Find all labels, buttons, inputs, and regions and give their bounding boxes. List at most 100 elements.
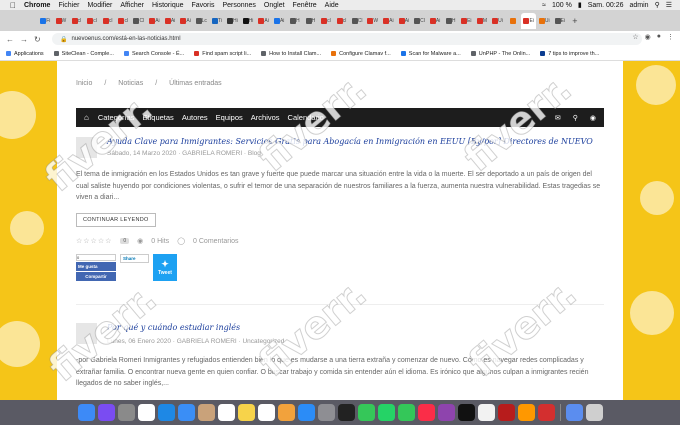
trash-icon[interactable] (585, 404, 603, 421)
bookmark-item[interactable]: Scan for Malware a... (400, 51, 461, 57)
menu-fichier[interactable]: Fichier (58, 2, 79, 9)
mail-icon[interactable] (177, 404, 195, 421)
reload-icon[interactable]: ↻ (34, 35, 41, 44)
menu-afficher[interactable]: Afficher (120, 2, 144, 9)
bookmark-item[interactable]: Find spam script li... (194, 51, 251, 57)
bookmark-item[interactable]: SiteClean - Comple... (53, 51, 114, 57)
lock-icon[interactable]: 🔒 (60, 36, 67, 43)
menu-favoris[interactable]: Favoris (192, 2, 215, 9)
browser-tab[interactable]: H (303, 13, 318, 29)
browser-tab[interactable]: Ti (210, 13, 225, 29)
podcasts-icon[interactable] (437, 404, 455, 421)
browser-tab[interactable]: cl (85, 13, 100, 29)
nav-autores[interactable]: Autores (182, 113, 208, 122)
appstore-icon[interactable] (297, 404, 315, 421)
music-icon[interactable] (417, 404, 435, 421)
facebook-like-button[interactable]: Me gusta (76, 262, 116, 271)
clock-text[interactable]: Sam. 00:26 (588, 2, 624, 9)
mail-icon[interactable]: ✉ (555, 114, 561, 122)
menu-chrome[interactable]: Chrome (24, 2, 50, 9)
post-title[interactable]: Por qué y cuándo estudiar inglés (107, 323, 240, 332)
browser-tab[interactable]: Cl (412, 13, 427, 29)
finder-icon[interactable] (77, 404, 95, 421)
browser-tab[interactable]: cl (69, 13, 84, 29)
address-url[interactable]: nuevoenus.com/está-en-las-noticias.html (71, 36, 180, 42)
battery-icon[interactable]: ▮ (578, 1, 582, 9)
forward-icon[interactable]: → (20, 35, 28, 44)
continue-reading-button[interactable]: CONTINUAR LEYENDO (76, 213, 156, 227)
menu-personnes[interactable]: Personnes (222, 2, 255, 9)
breadcrumb-section[interactable]: Noticias (118, 80, 143, 87)
photos-icon[interactable] (277, 404, 295, 421)
news-icon[interactable] (477, 404, 495, 421)
launchpad-icon[interactable] (117, 404, 135, 421)
facebook-share-button[interactable]: Compartir (76, 272, 116, 281)
browser-tab[interactable]: Ai (397, 13, 412, 29)
control-center-icon[interactable]: ☰ (666, 1, 672, 9)
browser-tab[interactable]: Ai (178, 13, 193, 29)
browser-tab[interactable]: Ai (428, 13, 443, 29)
post-title[interactable]: Ayuda Clave para Inmigrantes: Servicios … (107, 137, 593, 146)
browser-tab[interactable]: M (475, 13, 490, 29)
menu-historique[interactable]: Historique (152, 2, 184, 9)
nav-calendario[interactable]: Calendario (288, 113, 324, 122)
browser-tab[interactable]: Ai (256, 13, 271, 29)
rating-stars-icon[interactable]: ☆☆☆☆☆ (76, 237, 112, 245)
notes-icon[interactable] (237, 404, 255, 421)
comments-link[interactable]: 0 Comentarios (193, 238, 239, 245)
terminal-icon[interactable] (337, 404, 355, 421)
browser-tab[interactable]: Cl (132, 13, 147, 29)
browser-tab[interactable]: cl (100, 13, 115, 29)
browser-tab[interactable]: W (365, 13, 380, 29)
calendar-icon[interactable] (217, 404, 235, 421)
menu-onglet[interactable]: Onglet (264, 2, 285, 9)
back-icon[interactable]: ← (6, 35, 14, 44)
bookmark-item[interactable]: 7 tips to improve th... (540, 51, 599, 57)
bookmark-item[interactable]: UnPHP - The Onlin... (470, 51, 530, 57)
browser-tab[interactable]: Ai (381, 13, 396, 29)
breadcrumb-home[interactable]: Inicio (76, 80, 92, 87)
browser-tab[interactable]: Lc (194, 13, 209, 29)
search-icon[interactable]: ⚲ (655, 1, 660, 9)
linkedin-share-button[interactable]: Share (120, 254, 149, 263)
browser-tab[interactable]: H (443, 13, 458, 29)
browser-tab[interactable]: Ei (521, 12, 536, 29)
downloads-icon[interactable] (565, 404, 583, 421)
browser-tab[interactable]: Hi (241, 13, 256, 29)
preferences-icon[interactable] (317, 404, 335, 421)
more-menu-icon[interactable]: ⋮ (667, 33, 674, 41)
browser-tab[interactable]: Ei (459, 13, 474, 29)
menu-modifier[interactable]: Modifier (87, 2, 112, 9)
address-bar[interactable]: 🔒 nuevoenus.com/está-en-las-noticias.htm… (52, 33, 642, 45)
browser-tab[interactable]: cl (334, 13, 349, 29)
menu-aide[interactable]: Aide (325, 2, 339, 9)
author-avatar[interactable] (76, 137, 97, 158)
browser-tab[interactable]: Ai (272, 13, 287, 29)
lock-icon[interactable]: ◉ (590, 114, 596, 122)
bookmark-item[interactable]: Applications (6, 51, 44, 57)
safari-icon[interactable] (157, 404, 175, 421)
whatsapp-icon[interactable] (377, 404, 395, 421)
browser-tab[interactable]: Ai (147, 13, 162, 29)
browser-tab[interactable]: cl (116, 13, 131, 29)
reminders-icon[interactable] (257, 404, 275, 421)
chrome-icon[interactable] (137, 404, 155, 421)
sublime-icon[interactable] (517, 404, 535, 421)
browser-tab[interactable]: Ai (163, 13, 178, 29)
browser-tab[interactable]: Cl (350, 13, 365, 29)
star-icon[interactable]: ☆ (632, 33, 638, 41)
bookmark-item[interactable]: Search Console - É... (123, 51, 184, 57)
acrobat-icon[interactable] (537, 404, 555, 421)
nav-equipos[interactable]: Equipos (216, 113, 243, 122)
browser-tab[interactable]: cl (319, 13, 334, 29)
browser-tab[interactable]: Ui (490, 13, 505, 29)
bookmark-item[interactable]: Configure Clamav f... (331, 51, 391, 57)
menu-fenetre[interactable]: Fenêtre (293, 2, 317, 9)
user-name[interactable]: admin (630, 2, 649, 9)
browser-tab[interactable]: Ui (537, 13, 552, 29)
extension-icon[interactable]: ◉ (645, 33, 651, 41)
tweet-button[interactable]: ✦ Tweet (153, 254, 177, 281)
siri-icon[interactable] (97, 404, 115, 421)
bookmark-item[interactable]: How to Install Clam... (261, 51, 321, 57)
messages-icon[interactable] (357, 404, 375, 421)
